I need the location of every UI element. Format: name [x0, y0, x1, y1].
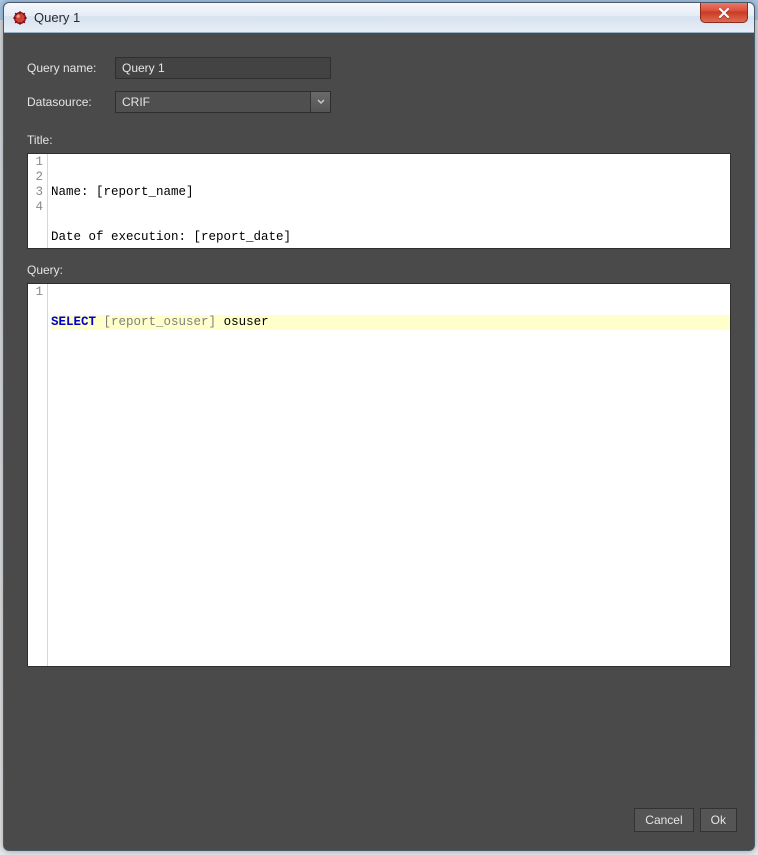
query-name-input[interactable] [115, 57, 331, 79]
title-label: Title: [11, 119, 747, 151]
chevron-down-icon [317, 99, 325, 105]
datasource-row: Datasource: CRIF [11, 85, 747, 119]
title-line: Name: [report_name] [51, 185, 730, 200]
query-name-label: Query name: [27, 61, 105, 75]
app-icon [12, 10, 28, 26]
sql-keyword: SELECT [51, 315, 96, 329]
title-editor[interactable]: 1 2 3 4 Name: [report_name] Date of exec… [27, 153, 731, 249]
title-line: Date of execution: [report_date] [51, 230, 730, 245]
query-gutter: 1 [28, 284, 48, 666]
query-name-row: Query name: [11, 51, 747, 85]
query-line: SELECT [report_osuser] osuser [51, 315, 730, 330]
dialog-body: Query name: Datasource: CRIF Title: 1 2 … [11, 41, 747, 842]
sql-alias: osuser [216, 315, 269, 329]
titlebar[interactable]: Query 1 [4, 3, 754, 33]
close-icon [718, 8, 730, 18]
query-label: Query: [11, 249, 747, 281]
window-buttons [700, 3, 754, 25]
title-code[interactable]: Name: [report_name] Date of execution: [… [48, 154, 730, 248]
dialog-footer: Cancel Ok [11, 798, 747, 842]
query-editor[interactable]: 1 SELECT [report_osuser] osuser [27, 283, 731, 667]
datasource-label: Datasource: [27, 95, 105, 109]
ok-button[interactable]: Ok [700, 808, 737, 832]
datasource-selected-value: CRIF [116, 92, 310, 112]
title-gutter: 1 2 3 4 [28, 154, 48, 248]
sql-variable: [report_osuser] [104, 315, 217, 329]
datasource-select[interactable]: CRIF [115, 91, 331, 113]
close-button[interactable] [700, 3, 748, 23]
window-title: Query 1 [34, 10, 80, 25]
query-dialog-window: Query 1 Query name: Datasource: CRIF [3, 2, 755, 851]
dropdown-button[interactable] [310, 92, 330, 112]
query-code[interactable]: SELECT [report_osuser] osuser [48, 284, 730, 666]
cancel-button[interactable]: Cancel [634, 808, 693, 832]
